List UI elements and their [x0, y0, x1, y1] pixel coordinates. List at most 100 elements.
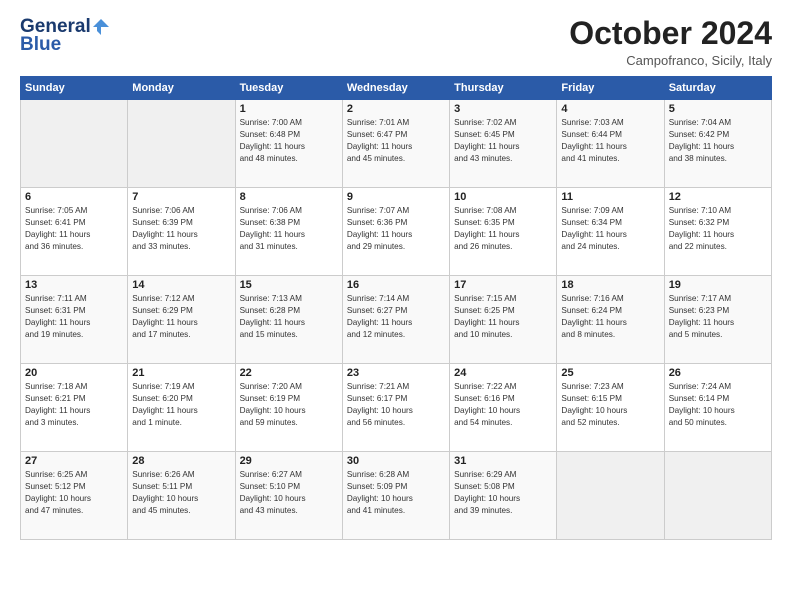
calendar-week-row-4: 20 Sunrise: 7:18 AM Sunset: 6:21 PM Dayli…	[21, 364, 772, 452]
day-info: Sunrise: 7:18 AM Sunset: 6:21 PM Dayligh…	[25, 381, 123, 429]
title-block: October 2024 Campofranco, Sicily, Italy	[569, 16, 772, 68]
day-number: 26	[669, 367, 767, 379]
calendar-cell	[128, 100, 235, 188]
location-subtitle: Campofranco, Sicily, Italy	[569, 53, 772, 68]
day-number: 18	[561, 279, 659, 291]
day-info: Sunrise: 7:12 AM Sunset: 6:29 PM Dayligh…	[132, 293, 230, 341]
col-sunday: Sunday	[21, 77, 128, 100]
day-number: 6	[25, 191, 123, 203]
day-info: Sunrise: 7:21 AM Sunset: 6:17 PM Dayligh…	[347, 381, 445, 429]
calendar-cell: 4 Sunrise: 7:03 AM Sunset: 6:44 PM Daylig…	[557, 100, 664, 188]
day-info: Sunrise: 7:11 AM Sunset: 6:31 PM Dayligh…	[25, 293, 123, 341]
calendar-cell: 12Sunrise: 7:10 AM Sunset: 6:32 PM Dayli…	[664, 188, 771, 276]
day-info: Sunrise: 7:13 AM Sunset: 6:28 PM Dayligh…	[240, 293, 338, 341]
calendar-cell: 30 Sunrise: 6:28 AM Sunset: 5:09 PM Dayli…	[342, 452, 449, 540]
day-number: 29	[240, 455, 338, 467]
day-number: 22	[240, 367, 338, 379]
day-number: 28	[132, 455, 230, 467]
calendar-cell: 6 Sunrise: 7:05 AM Sunset: 6:41 PM Daylig…	[21, 188, 128, 276]
calendar-cell: 10 Sunrise: 7:08 AM Sunset: 6:35 PM Dayli…	[450, 188, 557, 276]
day-number: 3	[454, 103, 552, 115]
col-monday: Monday	[128, 77, 235, 100]
day-info: Sunrise: 7:15 AM Sunset: 6:25 PM Dayligh…	[454, 293, 552, 341]
day-info: Sunrise: 6:26 AM Sunset: 5:11 PM Dayligh…	[132, 469, 230, 517]
day-info: Sunrise: 7:17 AM Sunset: 6:23 PM Dayligh…	[669, 293, 767, 341]
col-wednesday: Wednesday	[342, 77, 449, 100]
page: General Blue October 2024 Campofranco, S…	[0, 0, 792, 612]
day-number: 16	[347, 279, 445, 291]
day-info: Sunrise: 7:08 AM Sunset: 6:35 PM Dayligh…	[454, 205, 552, 253]
calendar-cell	[664, 452, 771, 540]
calendar-cell: 8 Sunrise: 7:06 AM Sunset: 6:38 PM Daylig…	[235, 188, 342, 276]
day-number: 21	[132, 367, 230, 379]
day-info: Sunrise: 6:28 AM Sunset: 5:09 PM Dayligh…	[347, 469, 445, 517]
day-info: Sunrise: 7:01 AM Sunset: 6:47 PM Dayligh…	[347, 117, 445, 165]
logo: General Blue	[20, 16, 111, 56]
day-number: 1	[240, 103, 338, 115]
calendar-cell: 2 Sunrise: 7:01 AM Sunset: 6:47 PM Daylig…	[342, 100, 449, 188]
day-info: Sunrise: 7:04 AM Sunset: 6:42 PM Dayligh…	[669, 117, 767, 165]
day-info: Sunrise: 7:19 AM Sunset: 6:20 PM Dayligh…	[132, 381, 230, 429]
day-number: 8	[240, 191, 338, 203]
calendar-week-row-5: 27 Sunrise: 6:25 AM Sunset: 5:12 PM Dayli…	[21, 452, 772, 540]
calendar-cell: 19 Sunrise: 7:17 AM Sunset: 6:23 PM Dayli…	[664, 276, 771, 364]
calendar-cell: 9 Sunrise: 7:07 AM Sunset: 6:36 PM Daylig…	[342, 188, 449, 276]
day-number: 20	[25, 367, 123, 379]
day-info: Sunrise: 7:06 AM Sunset: 6:39 PM Dayligh…	[132, 205, 230, 253]
day-number: 4	[561, 103, 659, 115]
calendar-cell: 3 Sunrise: 7:02 AM Sunset: 6:45 PM Daylig…	[450, 100, 557, 188]
calendar-cell: 17 Sunrise: 7:15 AM Sunset: 6:25 PM Dayli…	[450, 276, 557, 364]
day-number: 19	[669, 279, 767, 291]
calendar-cell: 11Sunrise: 7:09 AM Sunset: 6:34 PM Dayli…	[557, 188, 664, 276]
day-number: 5	[669, 103, 767, 115]
calendar-cell: 13 Sunrise: 7:11 AM Sunset: 6:31 PM Dayli…	[21, 276, 128, 364]
calendar-week-row-1: 1 Sunrise: 7:00 AM Sunset: 6:48 PM Daylig…	[21, 100, 772, 188]
day-info: Sunrise: 7:05 AM Sunset: 6:41 PM Dayligh…	[25, 205, 123, 253]
calendar-cell: 28 Sunrise: 6:26 AM Sunset: 5:11 PM Dayli…	[128, 452, 235, 540]
calendar-cell: 27 Sunrise: 6:25 AM Sunset: 5:12 PM Dayli…	[21, 452, 128, 540]
calendar-cell: 23 Sunrise: 7:21 AM Sunset: 6:17 PM Dayli…	[342, 364, 449, 452]
calendar-week-row-2: 6 Sunrise: 7:05 AM Sunset: 6:41 PM Daylig…	[21, 188, 772, 276]
day-info: Sunrise: 7:24 AM Sunset: 6:14 PM Dayligh…	[669, 381, 767, 429]
day-info: Sunrise: 7:00 AM Sunset: 6:48 PM Dayligh…	[240, 117, 338, 165]
calendar-week-row-3: 13 Sunrise: 7:11 AM Sunset: 6:31 PM Dayli…	[21, 276, 772, 364]
calendar-cell	[557, 452, 664, 540]
calendar-cell: 5 Sunrise: 7:04 AM Sunset: 6:42 PM Daylig…	[664, 100, 771, 188]
day-number: 11	[561, 191, 659, 203]
day-number: 9	[347, 191, 445, 203]
month-title: October 2024	[569, 16, 772, 51]
calendar-header-row: Sunday Monday Tuesday Wednesday Thursday…	[21, 77, 772, 100]
day-number: 13	[25, 279, 123, 291]
day-number: 23	[347, 367, 445, 379]
day-info: Sunrise: 7:20 AM Sunset: 6:19 PM Dayligh…	[240, 381, 338, 429]
day-number: 27	[25, 455, 123, 467]
day-info: Sunrise: 7:23 AM Sunset: 6:15 PM Dayligh…	[561, 381, 659, 429]
col-saturday: Saturday	[664, 77, 771, 100]
day-info: Sunrise: 7:22 AM Sunset: 6:16 PM Dayligh…	[454, 381, 552, 429]
day-info: Sunrise: 7:10 AM Sunset: 6:32 PM Dayligh…	[669, 205, 767, 253]
calendar-cell: 15 Sunrise: 7:13 AM Sunset: 6:28 PM Dayli…	[235, 276, 342, 364]
calendar-cell: 26 Sunrise: 7:24 AM Sunset: 6:14 PM Dayli…	[664, 364, 771, 452]
day-number: 10	[454, 191, 552, 203]
day-info: Sunrise: 7:06 AM Sunset: 6:38 PM Dayligh…	[240, 205, 338, 253]
day-number: 17	[454, 279, 552, 291]
day-info: Sunrise: 6:25 AM Sunset: 5:12 PM Dayligh…	[25, 469, 123, 517]
day-info: Sunrise: 7:16 AM Sunset: 6:24 PM Dayligh…	[561, 293, 659, 341]
day-number: 25	[561, 367, 659, 379]
calendar-cell	[21, 100, 128, 188]
calendar-cell: 31Sunrise: 6:29 AM Sunset: 5:08 PM Dayli…	[450, 452, 557, 540]
day-number: 14	[132, 279, 230, 291]
day-number: 15	[240, 279, 338, 291]
calendar-cell: 20 Sunrise: 7:18 AM Sunset: 6:21 PM Dayli…	[21, 364, 128, 452]
day-number: 2	[347, 103, 445, 115]
logo-blue-text: Blue	[20, 34, 61, 56]
day-info: Sunrise: 7:07 AM Sunset: 6:36 PM Dayligh…	[347, 205, 445, 253]
day-info: Sunrise: 7:03 AM Sunset: 6:44 PM Dayligh…	[561, 117, 659, 165]
col-thursday: Thursday	[450, 77, 557, 100]
day-number: 30	[347, 455, 445, 467]
calendar-cell: 24 Sunrise: 7:22 AM Sunset: 6:16 PM Dayli…	[450, 364, 557, 452]
day-number: 24	[454, 367, 552, 379]
day-info: Sunrise: 7:02 AM Sunset: 6:45 PM Dayligh…	[454, 117, 552, 165]
day-info: Sunrise: 7:14 AM Sunset: 6:27 PM Dayligh…	[347, 293, 445, 341]
calendar-cell: 29Sunrise: 6:27 AM Sunset: 5:10 PM Dayli…	[235, 452, 342, 540]
